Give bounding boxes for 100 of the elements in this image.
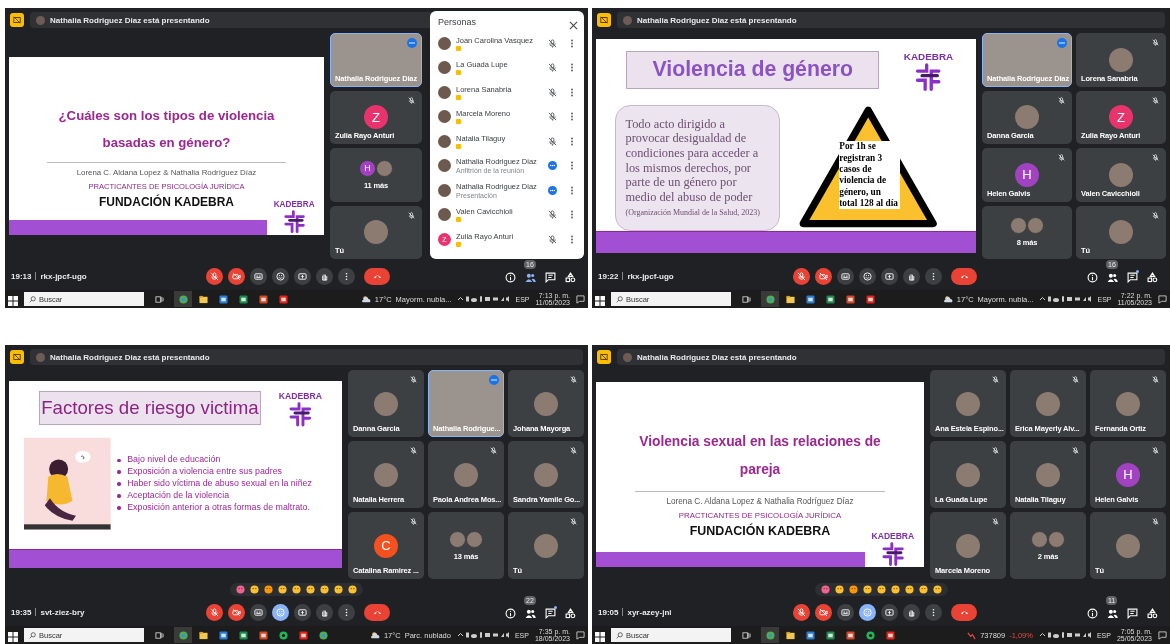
present-button[interactable] — [294, 603, 311, 621]
close-icon[interactable] — [569, 20, 578, 30]
info-button[interactable] — [505, 270, 516, 282]
system-tray-icons-drawing[interactable] — [1038, 631, 1091, 639]
more-options-button[interactable] — [568, 63, 576, 73]
slides-app-icon[interactable] — [845, 630, 855, 640]
slides-app-icon[interactable] — [845, 294, 855, 304]
microphone-icon[interactable] — [797, 607, 806, 617]
activities-button[interactable] — [1147, 270, 1158, 282]
reactions-button[interactable] — [859, 603, 876, 621]
folder-icon[interactable] — [785, 630, 795, 640]
emoji-icon[interactable] — [876, 585, 886, 594]
browser-icon[interactable] — [765, 294, 775, 304]
emoji-icon[interactable] — [848, 585, 858, 594]
pdf-reader-icon[interactable] — [865, 294, 875, 304]
microphone-button[interactable] — [206, 267, 223, 285]
music-app-icon[interactable] — [278, 630, 288, 640]
folder-icon[interactable] — [785, 294, 795, 304]
notifications-icon[interactable] — [576, 630, 585, 640]
captions-icon[interactable] — [254, 607, 263, 617]
chat-button[interactable] — [545, 606, 556, 618]
more-options-button[interactable] — [568, 87, 576, 97]
browser-icon[interactable] — [318, 630, 328, 640]
activities-button[interactable] — [1147, 606, 1158, 618]
captions-button[interactable] — [250, 603, 267, 621]
browser-icon[interactable] — [178, 630, 188, 640]
spreadsheet-icon[interactable] — [238, 630, 248, 640]
word-processor-icon[interactable] — [805, 630, 815, 640]
emoji-icon[interactable] — [862, 585, 872, 594]
camera-icon[interactable] — [819, 271, 828, 281]
task-view-icon[interactable] — [741, 630, 751, 640]
microphone-button[interactable] — [793, 267, 810, 285]
more-options-button[interactable] — [568, 185, 576, 195]
captions-button[interactable] — [250, 267, 267, 285]
reactions-button[interactable] — [859, 267, 876, 285]
present-button[interactable] — [881, 267, 898, 285]
slides-app-icon[interactable] — [258, 630, 268, 640]
captions-icon[interactable] — [841, 607, 850, 617]
camera-button[interactable] — [228, 603, 245, 621]
pdf-reader-icon[interactable] — [278, 294, 288, 304]
info-button[interactable] — [1087, 270, 1098, 282]
captions-icon[interactable] — [841, 271, 850, 281]
emoji-icon[interactable] — [890, 585, 900, 594]
spreadsheet-icon[interactable] — [825, 630, 835, 640]
slides-app-icon[interactable] — [258, 294, 268, 304]
chat-button[interactable] — [1127, 606, 1138, 618]
spreadsheet-icon[interactable] — [825, 294, 835, 304]
word-processor-icon[interactable] — [218, 294, 228, 304]
task-view-icon[interactable] — [741, 294, 751, 304]
reactions-button[interactable] — [272, 267, 289, 285]
info-button[interactable] — [505, 606, 516, 618]
present-icon[interactable] — [885, 271, 894, 281]
camera-button[interactable] — [815, 603, 832, 621]
emoji-icon[interactable] — [334, 585, 343, 594]
emoji-icon[interactable] — [278, 585, 287, 594]
more-options-button[interactable] — [568, 112, 576, 122]
microphone-icon[interactable] — [210, 607, 219, 617]
reactions-icon[interactable] — [863, 271, 872, 281]
microphone-icon[interactable] — [797, 271, 806, 281]
more-options-button[interactable] — [568, 161, 576, 171]
emoji-icon[interactable] — [932, 585, 942, 594]
captions-button[interactable] — [837, 603, 854, 621]
emoji-icon[interactable] — [918, 585, 928, 594]
leave-call-button[interactable] — [364, 267, 390, 285]
emoji-icon[interactable] — [904, 585, 914, 594]
more-options-button[interactable] — [568, 210, 576, 220]
word-processor-icon[interactable] — [805, 294, 815, 304]
raise-hand-icon[interactable] — [907, 607, 916, 617]
raise-hand-button[interactable] — [903, 603, 920, 621]
people-icon[interactable] — [525, 607, 536, 619]
word-processor-icon[interactable] — [218, 630, 228, 640]
spreadsheet-icon[interactable] — [238, 294, 248, 304]
emoji-icon[interactable] — [250, 585, 259, 594]
raise-hand-icon[interactable] — [320, 271, 329, 281]
activities-button[interactable] — [565, 270, 576, 282]
present-icon[interactable] — [885, 607, 894, 617]
browser-icon[interactable] — [765, 630, 775, 640]
task-view-icon[interactable] — [154, 294, 164, 304]
captions-button[interactable] — [837, 267, 854, 285]
raise-hand-button[interactable] — [316, 603, 333, 621]
info-button[interactable] — [1087, 606, 1098, 618]
notifications-icon[interactable] — [1158, 294, 1167, 304]
raise-hand-button[interactable] — [316, 267, 333, 285]
emoji-icon[interactable] — [320, 585, 329, 594]
microphone-button[interactable] — [793, 603, 810, 621]
more-options-button[interactable] — [568, 136, 576, 146]
folder-icon[interactable] — [198, 294, 208, 304]
notifications-icon[interactable] — [576, 294, 585, 304]
emoji-icon[interactable] — [834, 585, 844, 594]
more-options-button[interactable] — [568, 234, 576, 244]
emoji-icon[interactable] — [306, 585, 315, 594]
pdf-reader-icon[interactable] — [885, 630, 895, 640]
people-icon[interactable] — [1107, 607, 1118, 619]
emoji-icon[interactable] — [236, 585, 245, 594]
browser-icon[interactable] — [178, 294, 188, 304]
more-options-button[interactable] — [568, 38, 576, 48]
camera-button[interactable] — [228, 267, 245, 285]
emoji-icon[interactable] — [292, 585, 301, 594]
reactions-icon[interactable] — [276, 271, 285, 281]
task-view-icon[interactable] — [154, 630, 164, 640]
